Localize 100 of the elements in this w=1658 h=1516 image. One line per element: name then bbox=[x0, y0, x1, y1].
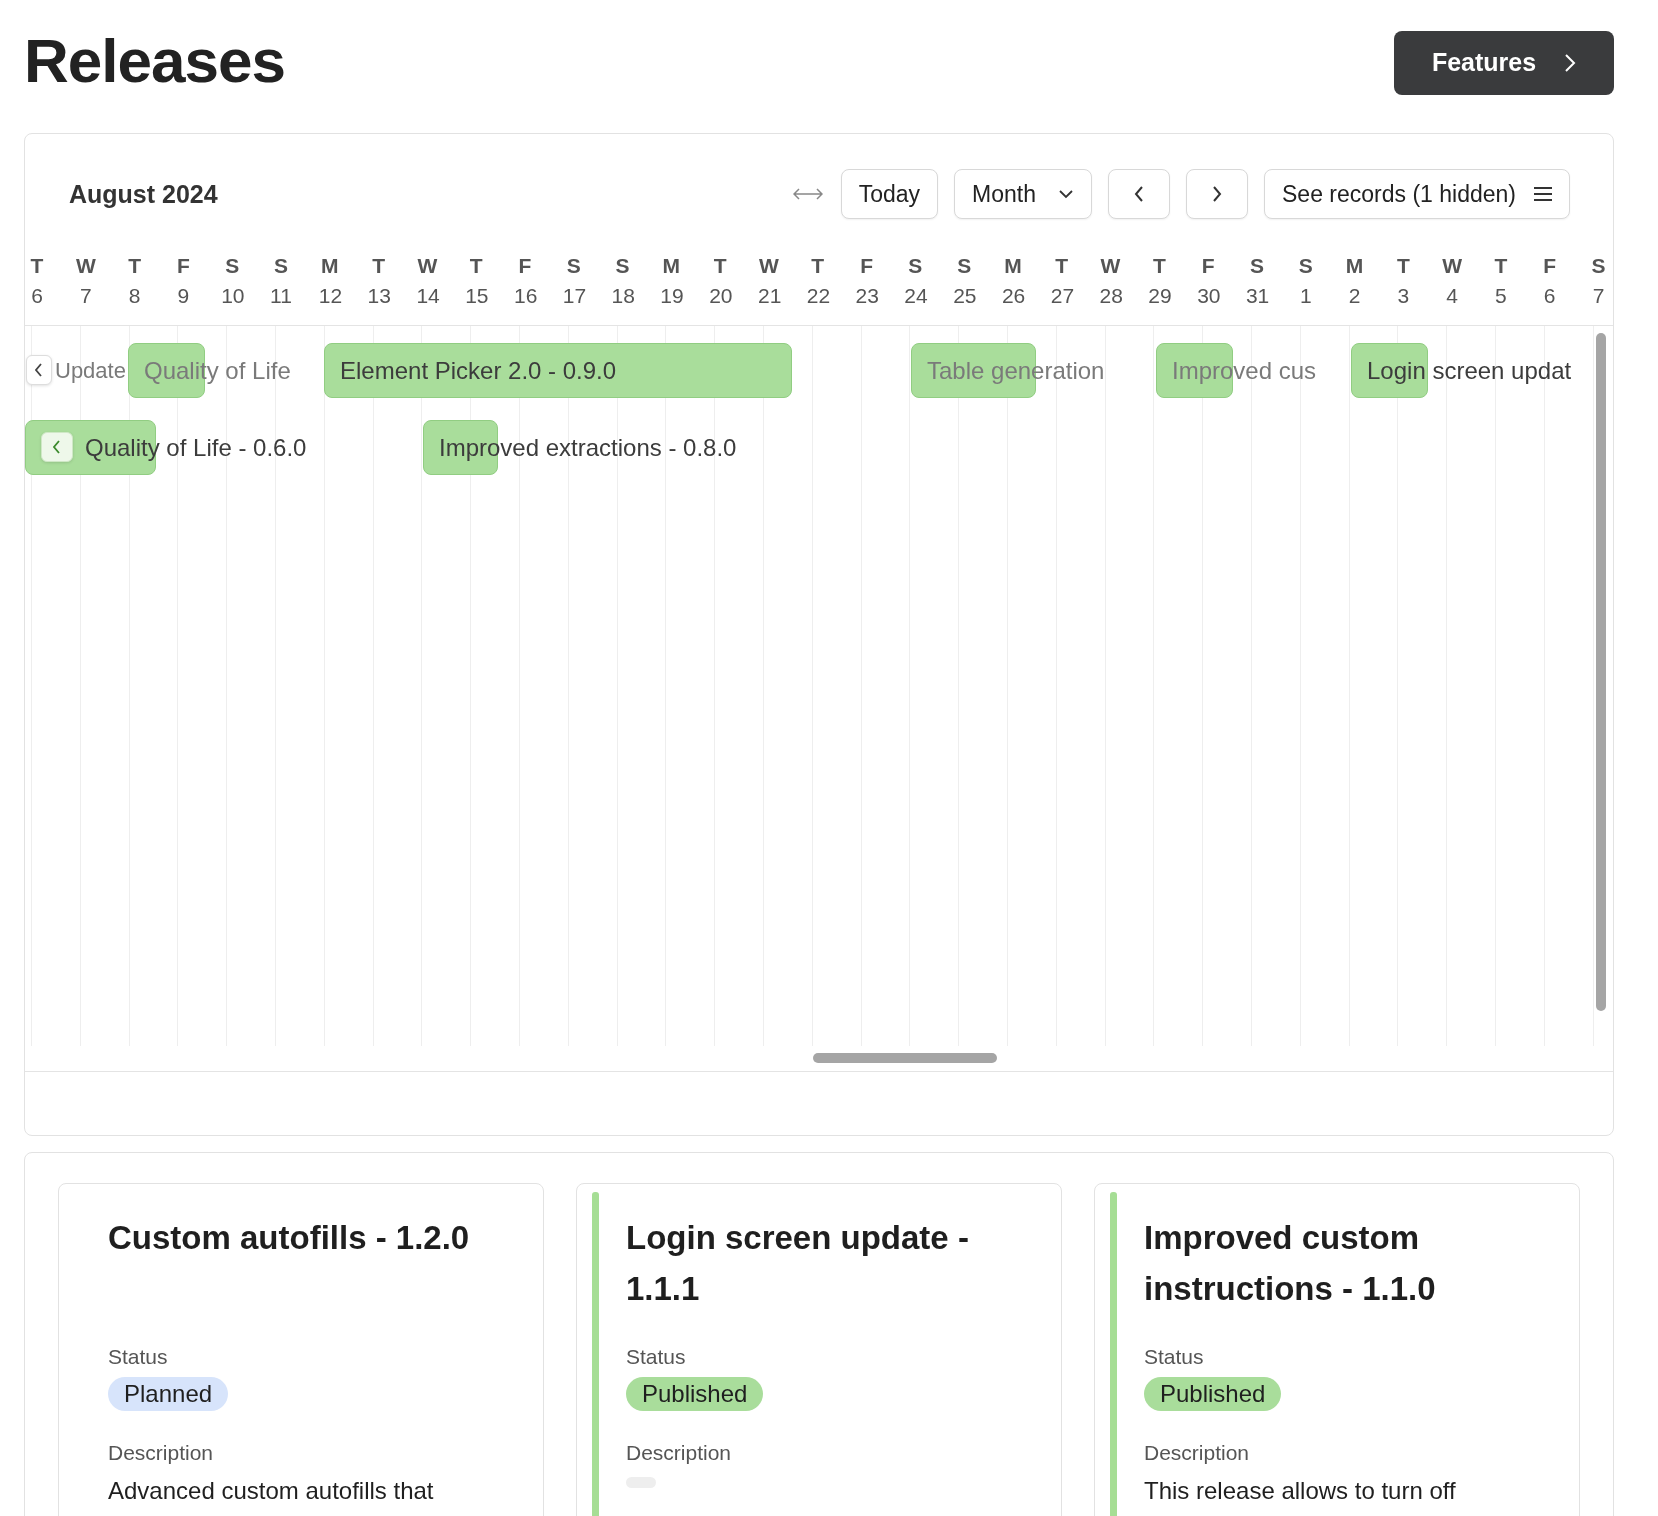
weekday-label: F bbox=[517, 254, 533, 278]
weekday-label: W bbox=[758, 254, 780, 278]
chevron-left-icon bbox=[35, 363, 43, 377]
description-text: This release allows to turn off bbox=[1144, 1477, 1457, 1505]
date-label: 1 bbox=[1298, 284, 1313, 308]
release-title: Improved custom instructions - 1.1.0 bbox=[1144, 1218, 1437, 1309]
status-tag: Planned bbox=[108, 1377, 229, 1411]
release-card[interactable]: Custom autofills - 1.2.0 Status Planned Description Advanced custom autofills that bbox=[58, 1183, 544, 1516]
weekday-label: S bbox=[272, 254, 289, 278]
weekday-label: M bbox=[1344, 254, 1365, 278]
date-label: 12 bbox=[318, 284, 343, 308]
field-label: Status bbox=[626, 1345, 687, 1369]
date-label: 3 bbox=[1396, 284, 1411, 308]
chevron-left-icon bbox=[1134, 185, 1145, 203]
weekday-label: S bbox=[1248, 254, 1265, 278]
weekday-label: T bbox=[1151, 254, 1167, 278]
double-arrow-icon[interactable] bbox=[792, 188, 823, 200]
date-label: 25 bbox=[953, 284, 977, 308]
field-label: Status bbox=[108, 1345, 169, 1369]
vertical-scrollbar[interactable] bbox=[1596, 333, 1606, 1011]
weekday-label: S bbox=[907, 254, 924, 278]
status-tag: Published bbox=[1144, 1377, 1282, 1411]
weekday-label: M bbox=[1003, 254, 1023, 278]
features-button[interactable]: Features bbox=[1394, 30, 1614, 95]
weekday-label: F bbox=[1542, 254, 1558, 278]
chevron-left-icon bbox=[53, 440, 61, 454]
field-label: Status bbox=[1144, 1345, 1205, 1369]
weekday-label: S bbox=[614, 254, 631, 278]
next-button[interactable] bbox=[1186, 169, 1249, 219]
weekday-label: T bbox=[1493, 254, 1509, 278]
weekday-label: M bbox=[320, 254, 340, 278]
horizontal-scrollbar[interactable] bbox=[813, 1053, 997, 1063]
date-label: 8 bbox=[127, 284, 142, 308]
menu-icon bbox=[1534, 187, 1552, 201]
date-label: 4 bbox=[1445, 284, 1459, 308]
date-label: 7 bbox=[78, 284, 93, 308]
date-label: 19 bbox=[660, 284, 684, 308]
release-card[interactable]: Improved custom instructions - 1.1.0 Status Published Description This release allows to turn off bbox=[1094, 1183, 1580, 1516]
see-records-button[interactable]: See records (1 hidden) bbox=[1264, 169, 1570, 219]
event-bar[interactable]: Element Picker 2.0 - 0.9.0 bbox=[324, 343, 792, 398]
scroll-back-button[interactable] bbox=[26, 355, 52, 385]
chevron-down-icon bbox=[1058, 189, 1075, 199]
weekday-label: W bbox=[1441, 254, 1463, 278]
date-label: 18 bbox=[611, 284, 635, 308]
date-label: 6 bbox=[1542, 284, 1557, 308]
date-label: 11 bbox=[270, 284, 292, 308]
date-label: 7 bbox=[1591, 284, 1606, 308]
weekday-label: T bbox=[1054, 254, 1070, 278]
weekday-label: S bbox=[956, 254, 973, 278]
view-dropdown[interactable]: Month bbox=[954, 169, 1093, 219]
weekday-label: W bbox=[416, 254, 439, 278]
date-label: 10 bbox=[221, 284, 245, 308]
weekday-label: W bbox=[74, 254, 97, 278]
month-title: August 2024 bbox=[69, 179, 218, 209]
date-label: 21 bbox=[757, 284, 782, 308]
release-title: Custom autofills - 1.2.0 bbox=[108, 1218, 471, 1258]
field-label: Description bbox=[108, 1441, 215, 1465]
weekday-label: F bbox=[859, 254, 874, 278]
date-label: 30 bbox=[1197, 284, 1221, 308]
weekday-label: F bbox=[175, 254, 191, 278]
date-label: 23 bbox=[855, 284, 879, 308]
date-label: 28 bbox=[1099, 284, 1123, 308]
date-label: 17 bbox=[562, 284, 587, 308]
date-label: 16 bbox=[513, 284, 538, 308]
chevron-right-icon bbox=[1212, 185, 1223, 203]
date-label: 24 bbox=[904, 284, 928, 308]
weekday-label: F bbox=[1200, 254, 1216, 278]
date-label: 5 bbox=[1494, 284, 1508, 308]
date-label: 20 bbox=[709, 284, 733, 308]
field-label: Description bbox=[1144, 1441, 1251, 1465]
weekday-label: T bbox=[371, 254, 386, 278]
previous-button[interactable] bbox=[1108, 169, 1171, 219]
weekday-label: T bbox=[810, 254, 826, 278]
weekday-label: T bbox=[712, 254, 728, 278]
chevron-right-icon bbox=[1564, 52, 1577, 73]
weekday-label: T bbox=[127, 254, 142, 278]
weekday-label: S bbox=[224, 254, 241, 278]
weekday-label: T bbox=[29, 254, 45, 278]
date-label: 13 bbox=[367, 284, 391, 308]
weekday-label: S bbox=[565, 254, 582, 278]
weekday-label: S bbox=[1297, 254, 1314, 278]
date-label: 2 bbox=[1347, 284, 1362, 308]
weekday-label: T bbox=[468, 254, 484, 278]
release-card[interactable]: Login screen update - 1.1.1 Status Published Description bbox=[576, 1183, 1062, 1516]
date-label: 31 bbox=[1245, 284, 1270, 308]
description-text: Advanced custom autofills that bbox=[108, 1477, 435, 1505]
date-label: 14 bbox=[416, 284, 440, 308]
page-title: Releases bbox=[24, 25, 285, 96]
event-bar[interactable]: Login screen updat bbox=[1351, 343, 1572, 398]
date-label: 6 bbox=[30, 284, 44, 308]
event-label[interactable]: Update bbox=[25, 343, 126, 398]
date-label: 15 bbox=[465, 284, 489, 308]
field-label: Description bbox=[626, 1441, 733, 1465]
date-label: 27 bbox=[1050, 284, 1075, 308]
today-button[interactable]: Today bbox=[840, 169, 939, 219]
date-label: 29 bbox=[1148, 284, 1172, 308]
weekday-label: W bbox=[1099, 254, 1122, 278]
date-label: 22 bbox=[806, 284, 831, 308]
date-label: 26 bbox=[1001, 284, 1026, 308]
weekday-label: S bbox=[1590, 254, 1607, 278]
